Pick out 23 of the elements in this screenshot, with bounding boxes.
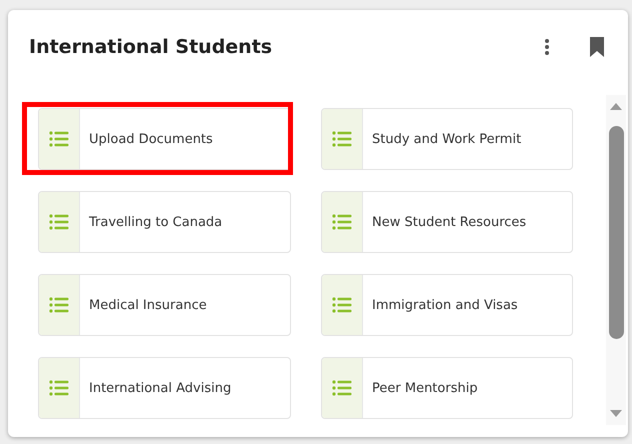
scroll-thumb[interactable] [608,126,624,339]
list-icon [49,297,69,313]
link-tile[interactable]: Upload Documents [38,108,291,170]
link-tile[interactable]: International Advising [38,357,291,419]
link-tile[interactable]: Travelling to Canada [38,191,291,253]
card-title: International Students [29,36,274,58]
list-icon [332,131,352,147]
list-icon [332,214,352,230]
list-icon [49,131,69,147]
scrollbar[interactable] [606,95,626,425]
bookmark-button[interactable] [588,36,606,58]
link-tile[interactable]: Study and Work Permit [321,108,573,170]
list-icon [332,297,352,313]
link-tile[interactable]: Peer Mentorship [321,357,573,419]
scroll-down-icon[interactable] [610,410,622,418]
link-tile[interactable]: Medical Insurance [38,274,291,336]
bookmark-icon [588,36,606,58]
list-icon [49,380,69,396]
list-icon [49,214,69,230]
list-icon [332,380,352,396]
link-tile[interactable]: New Student Resources [321,191,573,253]
scroll-up-icon[interactable] [610,102,622,110]
link-tile[interactable]: Immigration and Visas [321,274,573,336]
